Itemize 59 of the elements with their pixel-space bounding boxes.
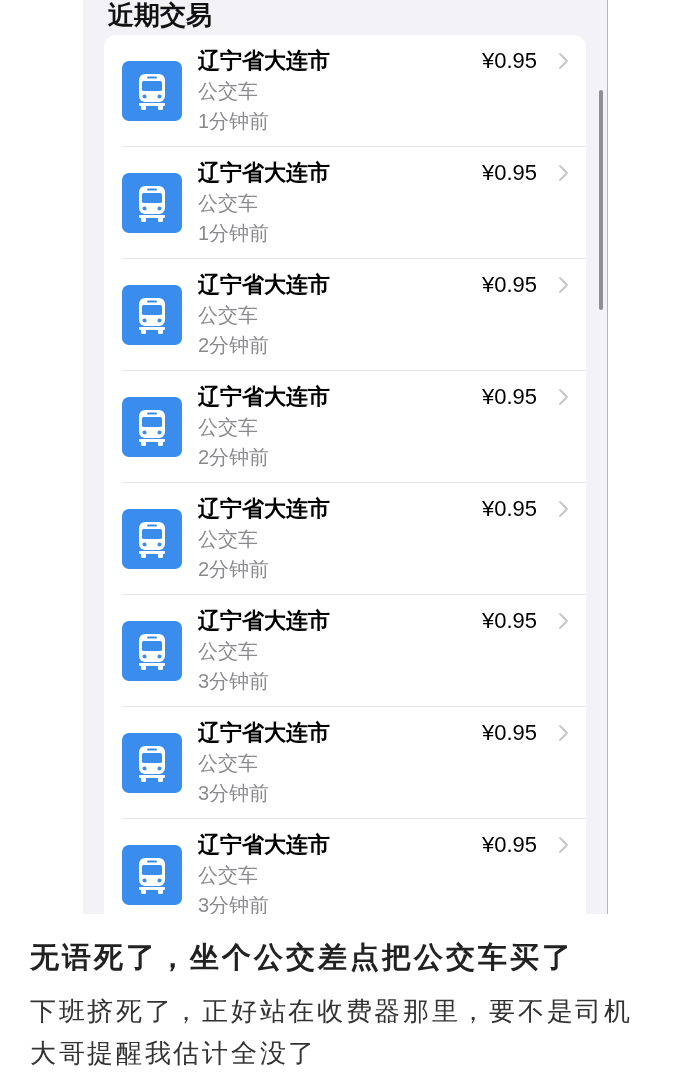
time-label: 3分钟前 [198,893,270,914]
chevron-icon [559,725,568,741]
chevron-icon [559,613,568,629]
category-label: 公交车 [198,863,258,888]
bus-icon [122,397,182,457]
amount-label: ¥0.95 [481,159,537,187]
transaction-row[interactable]: 辽宁省大连市 公交车 2分钟前 ¥0.95 [122,371,586,483]
bus-icon [122,509,182,569]
chevron-icon [559,837,568,853]
category-label: 公交车 [198,79,258,104]
bus-icon [122,173,182,233]
amount-label: ¥0.95 [481,607,537,635]
amount-label: ¥0.95 [481,831,537,859]
merchant-name: 辽宁省大连市 [198,383,330,411]
post-body: 下班挤死了，正好站在收费器那里，要不是司机大哥提醒我估计全没了 [30,995,634,1070]
merchant-name: 辽宁省大连市 [198,831,330,859]
chevron-icon [559,165,568,181]
time-label: 1分钟前 [198,109,270,134]
time-label: 1分钟前 [198,221,270,246]
merchant-name: 辽宁省大连市 [198,495,330,523]
bus-icon [122,733,182,793]
category-label: 公交车 [198,527,258,552]
transaction-row[interactable]: 辽宁省大连市 公交车 3分钟前 ¥0.95 [122,707,586,819]
chevron-icon [559,389,568,405]
time-label: 3分钟前 [198,781,270,806]
transaction-row[interactable]: 辽宁省大连市 公交车 1分钟前 ¥0.95 [122,35,586,147]
post-title: 无语死了，坐个公交差点把公交车买了 [30,940,574,975]
amount-label: ¥0.95 [481,271,537,299]
amount-label: ¥0.95 [481,495,537,523]
merchant-name: 辽宁省大连市 [198,47,330,75]
time-label: 2分钟前 [198,557,270,582]
bus-icon [122,845,182,905]
amount-label: ¥0.95 [481,719,537,747]
transaction-row[interactable]: 辽宁省大连市 公交车 3分钟前 ¥0.95 [122,819,586,914]
bus-icon [122,621,182,681]
category-label: 公交车 [198,303,258,328]
merchant-name: 辽宁省大连市 [198,607,330,635]
merchant-name: 辽宁省大连市 [198,159,330,187]
amount-label: ¥0.95 [481,47,537,75]
transaction-row[interactable]: 辽宁省大连市 公交车 3分钟前 ¥0.95 [122,595,586,707]
merchant-name: 辽宁省大连市 [198,719,330,747]
transaction-row[interactable]: 辽宁省大连市 公交车 2分钟前 ¥0.95 [122,259,586,371]
time-label: 2分钟前 [198,333,270,358]
transaction-row[interactable]: 辽宁省大连市 公交车 2分钟前 ¥0.95 [122,483,586,595]
category-label: 公交车 [198,415,258,440]
section-title: 近期交易 [108,0,212,30]
merchant-name: 辽宁省大连市 [198,271,330,299]
time-label: 3分钟前 [198,669,270,694]
transaction-row[interactable]: 辽宁省大连市 公交车 1分钟前 ¥0.95 [122,147,586,259]
category-label: 公交车 [198,751,258,776]
chevron-icon [559,53,568,69]
bus-icon [122,285,182,345]
category-label: 公交车 [198,191,258,216]
category-label: 公交车 [198,639,258,664]
time-label: 2分钟前 [198,445,270,470]
bus-icon [122,61,182,121]
chevron-icon [559,501,568,517]
amount-label: ¥0.95 [481,383,537,411]
chevron-icon [559,277,568,293]
